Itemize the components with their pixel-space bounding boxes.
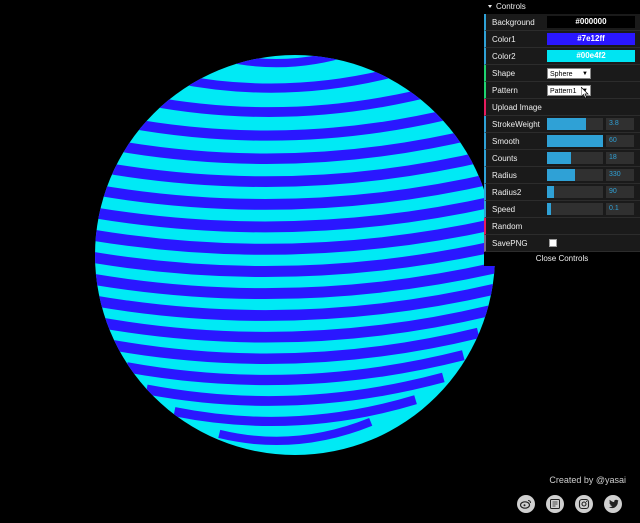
twitter-icon[interactable] [604, 495, 622, 513]
controls-header[interactable]: Controls [484, 0, 640, 14]
smooth-row: Smooth 60 [484, 133, 640, 150]
strokeweight-label: StrokeWeight [492, 119, 540, 129]
smooth-slider[interactable] [547, 135, 603, 147]
upload-image-button[interactable]: Upload Image [486, 103, 542, 112]
shape-select[interactable]: Sphere ▼ [547, 67, 591, 79]
shape-label: Shape [492, 68, 516, 78]
background-row: Background #000000 [484, 14, 640, 31]
controls-panel: Controls Background #000000 Color1 #7e12… [484, 0, 640, 266]
savepng-label: SavePNG [492, 238, 528, 248]
savepng-checkbox[interactable] [549, 239, 557, 247]
color2-input[interactable]: #00e4f2 [547, 50, 635, 62]
radius2-input[interactable]: 90 [606, 186, 634, 198]
slider-fill [547, 152, 571, 164]
radius-slider[interactable] [547, 169, 603, 181]
slider-fill [547, 186, 554, 198]
counts-input[interactable]: 18 [606, 152, 634, 164]
collapse-arrow-icon [488, 5, 492, 9]
dropdown-arrow-icon: ▼ [582, 70, 588, 77]
background-label: Background [492, 17, 535, 27]
color2-label: Color2 [492, 51, 516, 61]
pattern-row: Pattern Pattern1▼ [484, 82, 640, 99]
slider-fill [547, 169, 575, 181]
radius2-label: Radius2 [492, 187, 522, 197]
counts-label: Counts [492, 153, 518, 163]
counts-row: Counts 18 [484, 150, 640, 167]
background-color-input[interactable]: #000000 [547, 16, 635, 28]
sphere-stripe [218, 55, 373, 68]
radius-label: Radius [492, 170, 517, 180]
speed-label: Speed [492, 204, 516, 214]
credit-text: Created by @yasai [549, 475, 626, 485]
social-links [517, 495, 622, 513]
pattern-label: Pattern [492, 85, 518, 95]
instagram-icon[interactable] [575, 495, 593, 513]
radius-row: Radius 330 [484, 167, 640, 184]
shape-row: Shape Sphere ▼ [484, 65, 640, 82]
random-button[interactable]: Random [486, 222, 547, 231]
random-row[interactable]: Random [484, 218, 640, 235]
color2-row: Color2 #00e4f2 [484, 48, 640, 65]
savepng-row: SavePNG [484, 235, 640, 252]
strokeweight-row: StrokeWeight 3.8 [484, 116, 640, 133]
color1-row: Color1 #7e12ff [484, 31, 640, 48]
speed-slider[interactable] [547, 203, 603, 215]
upload-image-row[interactable]: Upload Image [484, 99, 640, 116]
slider-fill [547, 203, 552, 215]
smooth-label: Smooth [492, 136, 520, 146]
mouse-cursor-icon [581, 86, 589, 98]
counts-slider[interactable] [547, 152, 603, 164]
color1-label: Color1 [492, 34, 516, 44]
radius2-row: Radius2 90 [484, 184, 640, 201]
radius-input[interactable]: 330 [606, 169, 634, 181]
color1-input[interactable]: #7e12ff [547, 33, 635, 45]
slider-fill [547, 118, 587, 130]
radius2-slider[interactable] [547, 186, 603, 198]
speed-row: Speed 0.1 [484, 201, 640, 218]
speed-input[interactable]: 0.1 [606, 203, 634, 215]
smooth-input[interactable]: 60 [606, 135, 634, 147]
wechat-icon[interactable] [546, 495, 564, 513]
weibo-icon[interactable] [517, 495, 535, 513]
close-controls-button[interactable]: Close Controls [484, 252, 640, 266]
slider-fill [547, 135, 603, 147]
strokeweight-input[interactable]: 3.8 [606, 118, 634, 130]
strokeweight-slider[interactable] [547, 118, 603, 130]
